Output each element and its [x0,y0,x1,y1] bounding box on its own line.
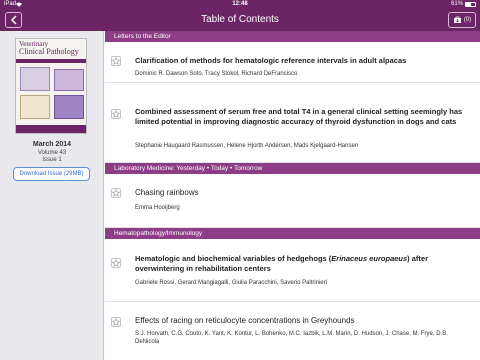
page-title: Table of Contents [201,14,279,25]
cart-count: (0) [463,17,472,23]
star-icon[interactable] [111,56,121,66]
battery-indicator: 61% [451,0,476,9]
table-of-contents-list[interactable]: Letters to the Editor Clarification of m… [105,31,480,360]
article-title[interactable]: Combined assessment of serum free and to… [135,107,470,127]
article-authors: Stephanie Haugaard Rasmussen, Helene Hjo… [135,143,359,149]
download-issue-button[interactable]: Download Issue (29MB) [13,167,90,181]
section-header: Letters to the Editor [105,31,480,42]
issue-date: March 2014 [32,141,72,148]
issue-sidebar: Veterinary Clinical Pathology March 2014… [0,31,104,360]
section-header: Laboratory Medicine: Yesterday • Today •… [105,163,480,174]
article-row[interactable]: Clarification of methods for hematologic… [105,42,480,83]
battery-icon [465,2,476,7]
article-row[interactable]: Combined assessment of serum free and to… [105,83,480,163]
article-authors: Dominic R. Dawson Soto, Tracy Stokol, Ri… [135,71,298,77]
cover-footer [16,125,86,133]
article-title[interactable]: Effects of racing on reticulocyte concen… [135,316,470,326]
article-authors: Emma Hooijberg [135,205,180,211]
article-title-species: Erinaceus europaeus [331,254,408,263]
cover-figure [54,95,84,119]
article-title-part: Hematologic and biochemical variables of… [135,254,332,263]
issue-number: Issue 1 [42,157,62,163]
star-icon[interactable] [111,258,121,268]
article-authors: Gabriele Rossi, Gerard Mangiagalli, Giul… [135,280,328,286]
article-row[interactable]: Hematologic and biochemical variables of… [105,239,480,302]
article-row[interactable]: Effects of racing on reticulocyte concen… [105,302,480,360]
status-bar: iPad 12:48 61% [0,0,480,9]
article-authors: S.J. Horvath, C.G. Couto, K. Yant, K. Ko… [135,331,448,345]
cart-button[interactable]: (0) [448,12,476,28]
nav-bar: Table of Contents (0) [0,9,480,31]
issue-volume: Volume 43 [37,150,67,156]
cover-figure [54,69,84,91]
clock: 12:48 [232,1,248,7]
cover-figure [20,95,50,119]
issue-cover[interactable]: Veterinary Clinical Pathology [15,38,87,134]
cover-figure [20,67,50,91]
star-icon[interactable] [111,188,121,198]
battery-percent: 61% [450,1,463,7]
star-icon[interactable] [111,317,121,327]
article-title[interactable]: Clarification of methods for hematologic… [135,56,470,66]
cover-band [16,59,86,63]
cover-title-line2: Clinical Pathology [19,47,79,56]
section-header: Hematopathology/Immunology [105,228,480,239]
article-row[interactable]: Chasing rainbows Emma Hooijberg [105,174,480,228]
article-title[interactable]: Hematologic and biochemical variables of… [135,254,470,274]
cart-icon [453,16,461,23]
star-icon[interactable] [111,109,121,119]
article-title[interactable]: Chasing rainbows [135,188,470,198]
